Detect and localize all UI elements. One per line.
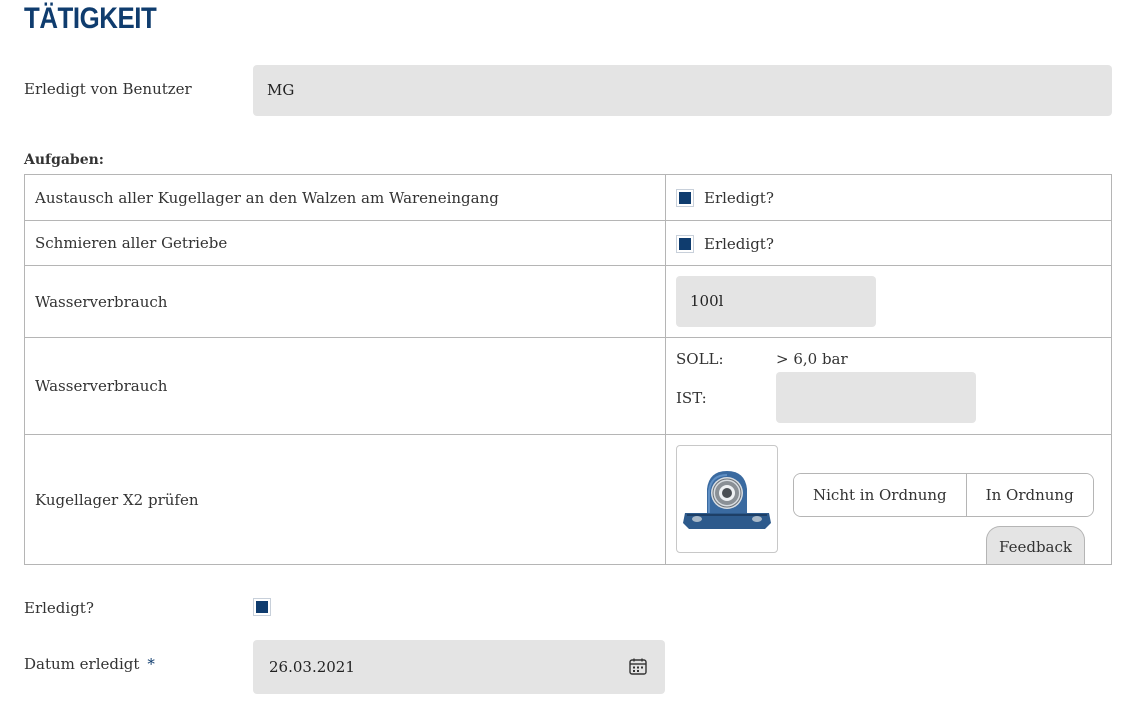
checkbox-label: Erledigt? xyxy=(704,189,774,207)
soll-label: SOLL: xyxy=(676,350,724,368)
ok-button[interactable]: In Ordnung xyxy=(965,474,1093,516)
task-checkbox[interactable] xyxy=(676,234,694,253)
task-label: Austausch aller Kugellager an den Walzen… xyxy=(24,174,666,221)
date-value: 26.03.2021 xyxy=(269,658,355,676)
table-row: Schmieren aller Getriebe Erledigt? xyxy=(24,220,1112,266)
water-input[interactable]: 100l xyxy=(676,276,876,327)
done-checkbox[interactable] xyxy=(253,598,271,616)
table-row: Wasserverbrauch 100l xyxy=(24,265,1112,338)
feedback-button[interactable]: Feedback xyxy=(986,526,1085,564)
ist-label: IST: xyxy=(676,389,707,407)
user-label: Erledigt von Benutzer xyxy=(24,80,192,98)
calendar-icon[interactable] xyxy=(629,658,647,675)
task-checkbox-cell: Erledigt? xyxy=(665,220,1112,266)
date-label: Datum erledigt * xyxy=(24,655,155,673)
ist-input[interactable] xyxy=(776,372,976,423)
task-label: Schmieren aller Getriebe xyxy=(24,220,666,266)
table-row: Wasserverbrauch SOLL: > 6,0 bar IST: xyxy=(24,337,1112,435)
done-label: Erledigt? xyxy=(24,599,94,617)
bearing-cell: Nicht in Ordnung In Ordnung Feedback xyxy=(665,434,1112,565)
not-ok-button[interactable]: Nicht in Ordnung xyxy=(794,474,966,516)
water-cell: 100l xyxy=(665,265,1112,338)
page-title: TÄTIGKEIT xyxy=(24,2,157,35)
task-label: Kugellager X2 prüfen xyxy=(24,434,666,565)
table-row: Austausch aller Kugellager an den Walzen… xyxy=(24,174,1112,221)
bearing-icon xyxy=(683,471,771,529)
task-checkbox-cell: Erledigt? xyxy=(665,174,1112,221)
pressure-cell: SOLL: > 6,0 bar IST: xyxy=(665,337,1112,435)
bearing-image[interactable] xyxy=(676,445,778,553)
task-checkbox[interactable] xyxy=(676,189,694,207)
user-field[interactable]: MG xyxy=(253,65,1112,116)
checkbox-label: Erledigt? xyxy=(704,234,774,253)
task-label: Wasserverbrauch xyxy=(24,265,666,338)
tasks-table: Austausch aller Kugellager an den Walzen… xyxy=(24,174,1112,565)
date-label-text: Datum erledigt xyxy=(24,655,140,673)
soll-value: > 6,0 bar xyxy=(776,350,848,368)
date-input[interactable]: 26.03.2021 xyxy=(253,640,665,694)
table-row: Kugellager X2 prüfen Nicht in Ordnung In… xyxy=(24,434,1112,565)
tasks-heading: Aufgaben: xyxy=(24,152,104,168)
task-label: Wasserverbrauch xyxy=(24,337,666,435)
required-mark: * xyxy=(147,655,155,673)
status-button-group: Nicht in Ordnung In Ordnung xyxy=(793,473,1094,517)
